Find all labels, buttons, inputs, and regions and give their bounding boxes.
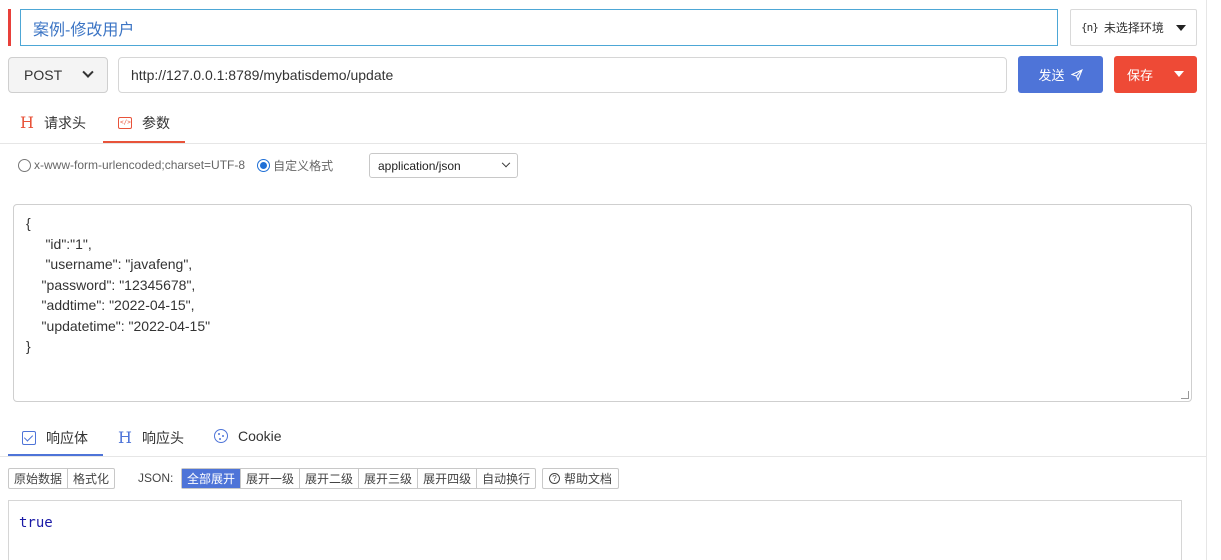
help-docs-button[interactable]: ? 帮助文档 [542,468,620,489]
paper-plane-icon [1070,68,1083,81]
body-line: { [26,215,31,231]
body-line: "username": "javafeng", [26,256,193,272]
environment-label: 未选择环境 [1103,21,1164,35]
tab-params-label: 参数 [142,115,170,131]
resize-handle[interactable] [1181,391,1189,399]
format-button[interactable]: 格式化 [68,469,114,488]
body-format-options: x-www-form-urlencoded;charset=UTF-8 自定义格… [18,155,333,175]
cookie-icon [214,429,228,443]
json-label: JSON: [138,471,174,485]
environment-icon: {n} [1081,21,1099,34]
word-wrap-button[interactable]: 自动换行 [477,469,535,488]
checkbox-icon [22,431,36,445]
header-h-icon: H [20,113,34,132]
send-label: 发送 [1038,68,1065,83]
raw-data-button[interactable]: 原始数据 [9,469,69,488]
chevron-down-icon [501,158,511,167]
body-line: "addtime": "2022-04-15", [26,297,195,313]
tab-response-body-label: 响应体 [46,430,88,446]
request-name-text: 案例-修改用户 [33,21,135,39]
caret-down-icon [1176,24,1186,31]
expand-level-1-button[interactable]: 展开一级 [241,469,301,488]
tab-cookie[interactable]: Cookie [214,428,282,444]
expand-level-4-button[interactable]: 展开四级 [418,469,478,488]
tabs-divider [0,143,1206,144]
right-panel-border [1206,0,1221,560]
body-line: } [26,338,31,354]
header-h-icon: H [118,428,132,447]
request-body-editor[interactable]: { "id":"1", "username": "javafeng", "pas… [13,204,1192,402]
send-button[interactable]: 发送 [1018,56,1103,93]
response-value: true [19,515,53,531]
tab-cookie-label: Cookie [238,428,282,444]
save-label: 保存 [1127,68,1154,83]
expand-level-3-button[interactable]: 展开三级 [359,469,419,488]
question-icon: ? [549,473,560,484]
title-accent-bar [8,9,11,46]
tab-response-headers[interactable]: H 响应头 [118,428,184,448]
expand-level-2-button[interactable]: 展开二级 [300,469,360,488]
expand-all-button[interactable]: 全部展开 [182,469,242,488]
save-button[interactable]: 保存 [1114,56,1197,93]
content-type-value: application/json [378,158,461,173]
url-input[interactable]: http://127.0.0.1:8789/mybatisdemo/update [118,57,1007,93]
radio-form-urlencoded[interactable] [18,158,31,172]
method-value: POST [24,67,63,83]
tab-request-headers-label: 请求头 [43,115,86,131]
body-line: "updatetime": "2022-04-15" [26,317,211,334]
environment-select[interactable]: {n} 未选择环境 [1070,9,1197,46]
url-value: http://127.0.0.1:8789/mybatisdemo/update [131,67,394,83]
json-expand-group: 全部展开 展开一级 展开二级 展开三级 展开四级 自动换行 [181,468,537,489]
content-type-select[interactable]: application/json [369,153,518,178]
tab-request-headers[interactable]: H 请求头 [20,113,86,133]
response-body-viewer[interactable]: true [8,500,1182,560]
response-tabs-divider [0,456,1206,457]
api-request-panel: 案例-修改用户 {n} 未选择环境 POST http://127.0.0.1:… [0,0,1221,560]
view-mode-group: 原始数据 格式化 [8,468,116,489]
save-dropdown-caret-icon[interactable] [1174,71,1184,77]
body-line: "password": "12345678", [26,276,196,293]
chevron-down-icon [82,66,94,78]
method-select[interactable]: POST [8,57,108,93]
tab-params[interactable]: 参数 [118,113,170,133]
body-line: "id":"1", [26,235,92,252]
tab-response-body[interactable]: 响应体 [22,428,88,448]
request-name-input[interactable]: 案例-修改用户 [20,9,1058,46]
radio-form-urlencoded-label: x-www-form-urlencoded;charset=UTF-8 [34,158,246,172]
radio-custom-format[interactable] [257,158,271,172]
code-icon [118,117,132,129]
radio-custom-format-label: 自定义格式 [273,158,334,173]
tab-response-headers-label: 响应头 [141,430,184,446]
help-docs-label: 帮助文档 [564,472,613,486]
